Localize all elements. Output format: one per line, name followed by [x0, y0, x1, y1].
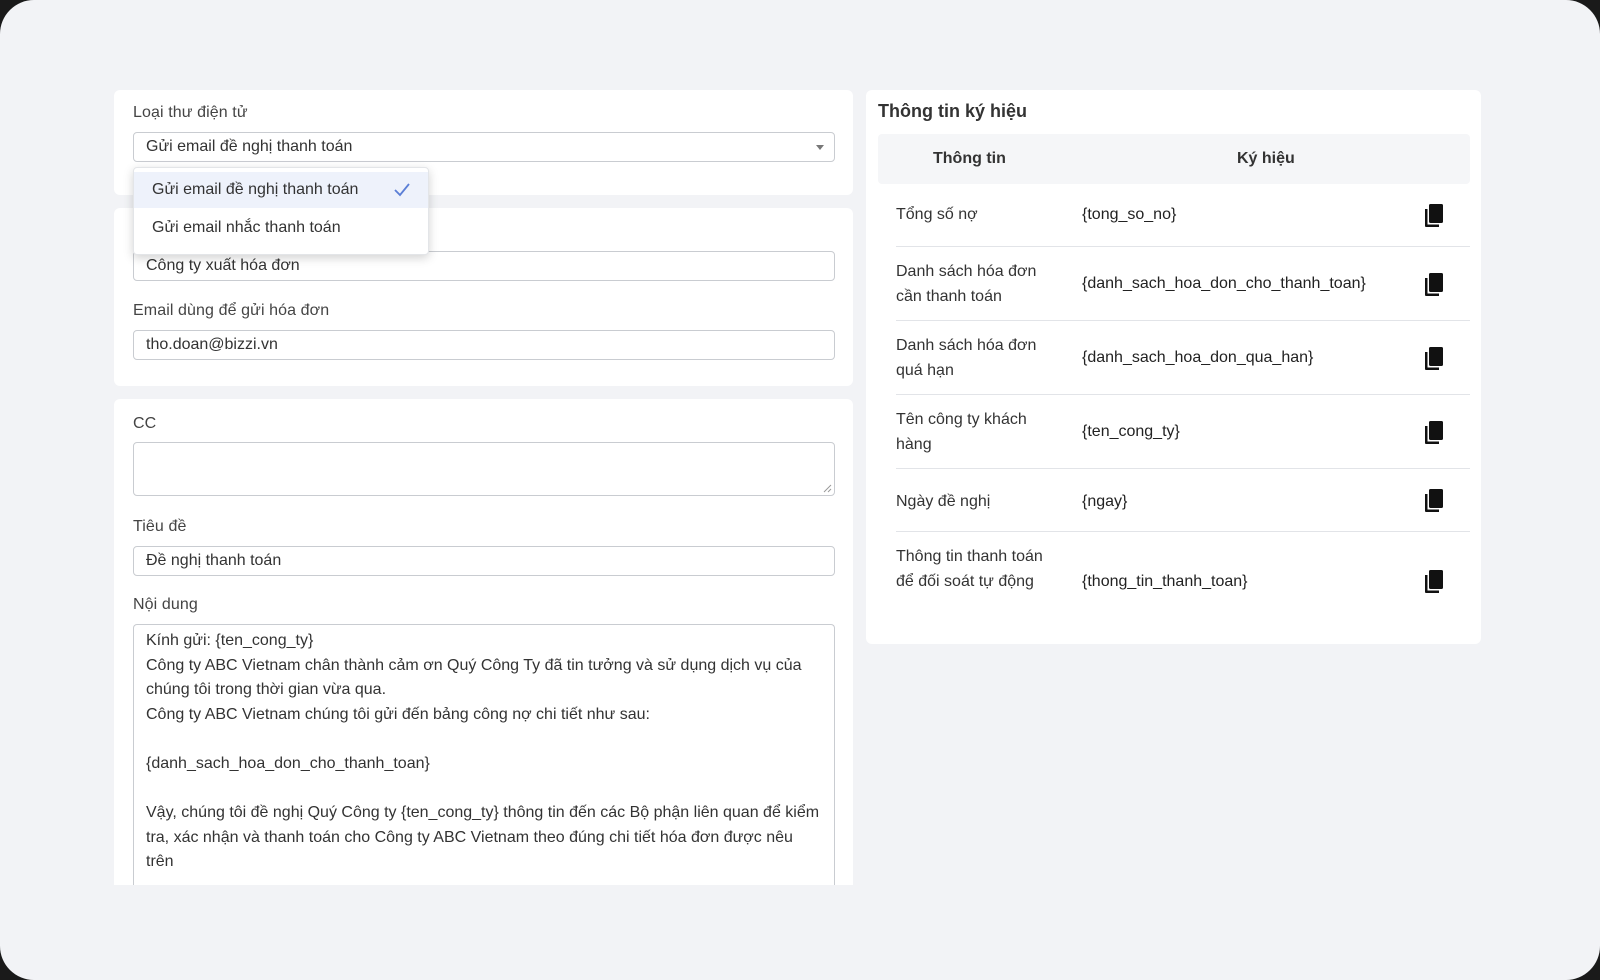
symbol-code-cell: {thong_tin_thanh_toan}: [1082, 573, 1248, 590]
email-type-select[interactable]: Gửi email đề nghị thanh toán: [133, 132, 835, 162]
symbol-row: Ngày đề nghị {ngay}: [896, 469, 1470, 532]
symbol-code-cell: {danh_sach_hoa_don_qua_han}: [1082, 349, 1314, 366]
cc-label: CC: [133, 415, 157, 432]
column-header-info: Thông tin: [933, 150, 1006, 167]
app-frame: Loại thư điện tử Gửi email đề nghị thanh…: [0, 0, 1600, 980]
symbol-code-cell: {ten_cong_ty}: [1082, 423, 1180, 440]
symbol-row: Thông tin thanh toán để đối soát tự động…: [896, 532, 1470, 632]
sender-email-field[interactable]: tho.doan@bizzi.vn: [133, 330, 835, 360]
copy-icon[interactable]: [1423, 420, 1445, 446]
symbol-info-cell: Tổng số nợ: [896, 206, 978, 223]
email-type-value: Gửi email đề nghị thanh toán: [146, 138, 353, 155]
symbol-info-cell: Danh sách hóa đơn quá hạn: [896, 337, 1037, 379]
check-icon: [394, 183, 410, 197]
copy-icon[interactable]: [1423, 569, 1445, 595]
email-type-label: Loại thư điện tử: [133, 104, 248, 121]
copy-icon[interactable]: [1423, 203, 1445, 229]
content-value: Kính gửi: {ten_cong_ty} Công ty ABC Viet…: [146, 632, 820, 871]
symbol-info-cell: Thông tin thanh toán để đối soát tự động: [896, 548, 1043, 590]
symbol-row: Tên công ty khách hàng {ten_cong_ty}: [896, 395, 1470, 469]
symbol-panel-title: Thông tin ký hiệu: [878, 101, 1027, 121]
symbol-row: Tổng số nợ {tong_so_no}: [896, 184, 1470, 247]
content-field[interactable]: Kính gửi: {ten_cong_ty} Công ty ABC Viet…: [133, 624, 835, 885]
cc-field[interactable]: [133, 442, 835, 496]
dropdown-option-payment-request[interactable]: Gửi email đề nghị thanh toán: [134, 172, 428, 208]
email-type-dropdown: Gửi email đề nghị thanh toán Gửi email n…: [133, 167, 429, 255]
symbol-row: Danh sách hóa đơn cần thanh toán {danh_s…: [896, 247, 1470, 321]
dropdown-option-payment-reminder[interactable]: Gửi email nhắc thanh toán: [134, 210, 428, 246]
symbol-table-header: Thông tin Ký hiệu: [878, 134, 1470, 184]
symbol-code-cell: {danh_sach_hoa_don_cho_thanh_toan}: [1082, 275, 1366, 292]
symbol-info-cell: Tên công ty khách hàng: [896, 411, 1027, 453]
dropdown-option-label: Gửi email đề nghị thanh toán: [152, 181, 359, 198]
caret-down-icon: [816, 145, 824, 150]
dropdown-option-label: Gửi email nhắc thanh toán: [152, 219, 341, 236]
symbol-info-cell: Ngày đề nghị: [896, 493, 991, 510]
copy-icon[interactable]: [1423, 346, 1445, 372]
symbol-row: Danh sách hóa đơn quá hạn {danh_sach_hoa…: [896, 321, 1470, 395]
company-field[interactable]: Công ty xuất hóa đơn: [133, 251, 835, 281]
sender-email-value: tho.doan@bizzi.vn: [146, 336, 278, 353]
symbol-code-cell: {ngay}: [1082, 493, 1128, 510]
symbol-info-cell: Danh sách hóa đơn cần thanh toán: [896, 263, 1037, 305]
company-value: Công ty xuất hóa đơn: [146, 257, 300, 274]
copy-icon[interactable]: [1423, 488, 1445, 514]
resize-handle-icon[interactable]: [822, 483, 832, 493]
subject-value: Đề nghị thanh toán: [146, 552, 282, 569]
sender-email-label: Email dùng để gửi hóa đơn: [133, 302, 330, 319]
column-header-symbol: Ký hiệu: [1237, 150, 1295, 167]
copy-icon[interactable]: [1423, 272, 1445, 298]
subject-field[interactable]: Đề nghị thanh toán: [133, 546, 835, 576]
content-label: Nội dung: [133, 596, 198, 613]
symbol-code-cell: {tong_so_no}: [1082, 206, 1177, 223]
subject-label: Tiêu đề: [133, 518, 187, 535]
